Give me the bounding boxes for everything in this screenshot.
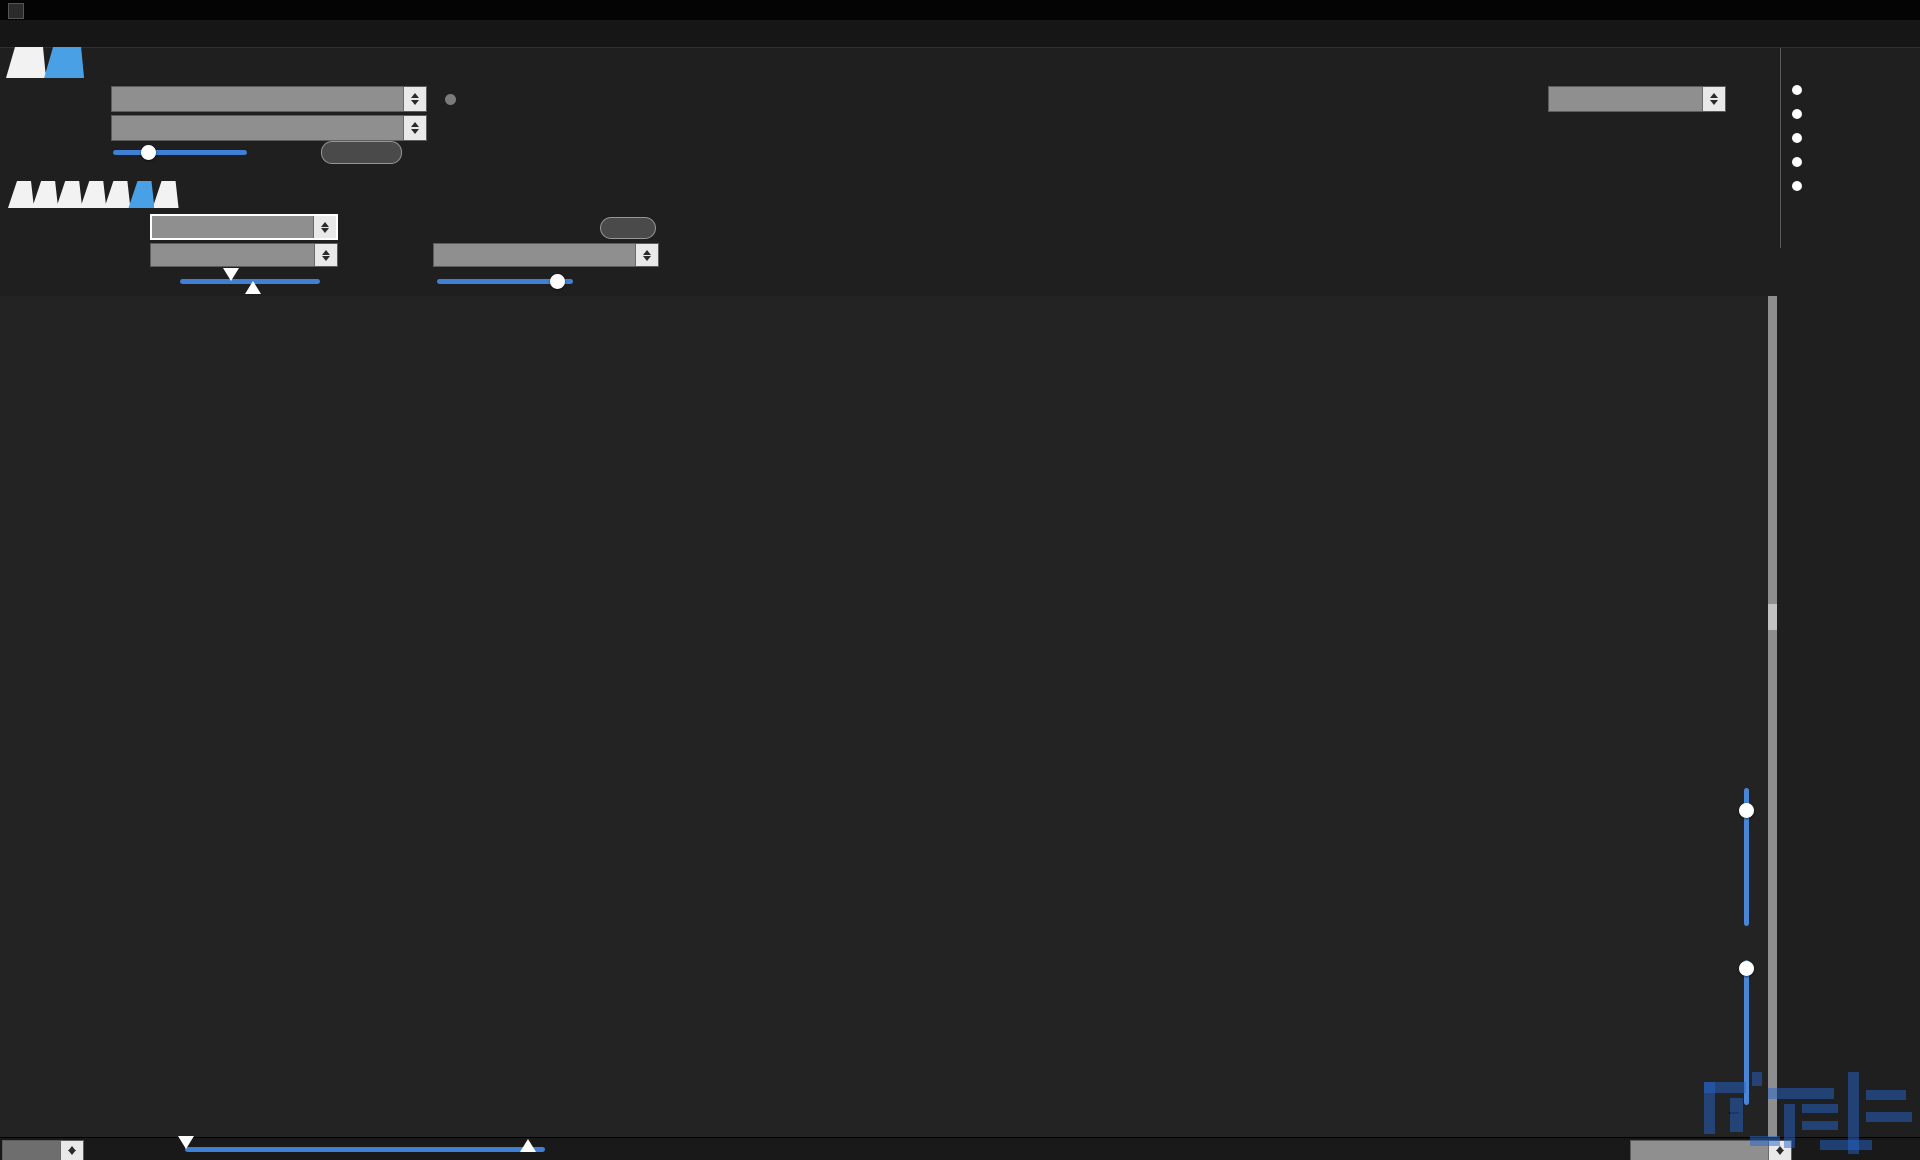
range-span-slider[interactable] [1744,960,1749,1105]
app-window [0,0,1920,1160]
spinner-icon[interactable] [60,1141,83,1160]
gain-range-slider-thumb[interactable] [1739,803,1754,818]
freq-range-end-handle[interactable] [520,1139,536,1152]
splitter-handle-icon[interactable] [1768,604,1777,630]
panel-splitter[interactable] [1768,296,1777,1160]
distortion-chart [0,0,1920,1160]
spinner-icon[interactable] [1768,1141,1791,1160]
range-span-slider-thumb[interactable] [1739,961,1754,976]
range-span-value [1729,1112,1739,1114]
smoothing-dropdown[interactable] [2,1140,84,1160]
freq-range-start-handle[interactable] [178,1136,194,1149]
legend-position-dropdown[interactable] [1630,1140,1792,1160]
freq-range-slider[interactable] [185,1147,545,1152]
bottom-bar [0,1137,1920,1160]
